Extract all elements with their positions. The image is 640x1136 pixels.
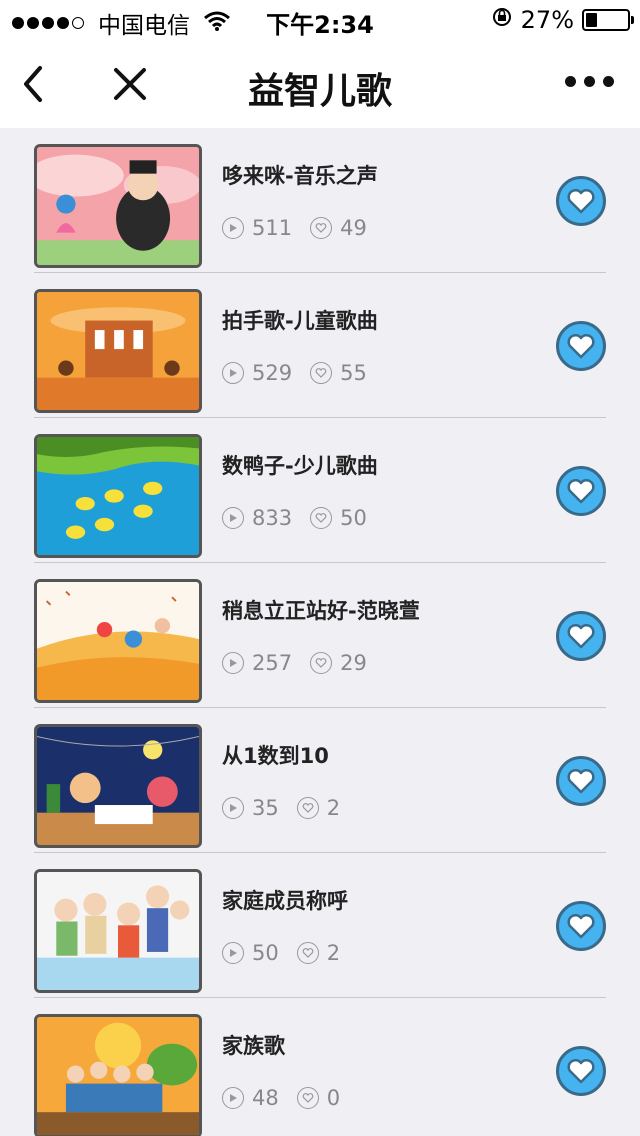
song-thumbnail — [34, 1014, 202, 1136]
battery-percent: 27% — [520, 6, 574, 34]
favorite-button[interactable] — [556, 1046, 606, 1096]
favorite-button[interactable] — [556, 321, 606, 371]
play-count: 257 — [252, 651, 293, 675]
heart-icon — [567, 768, 595, 794]
list-item[interactable]: 数鸭子-少儿歌曲 833 50 — [34, 418, 606, 563]
like-count: 2 — [326, 796, 341, 820]
favorite-button[interactable] — [556, 176, 606, 226]
song-thumbnail — [34, 144, 202, 268]
list-item[interactable]: 家庭成员称呼 50 2 — [34, 853, 606, 998]
song-thumbnail — [34, 434, 202, 558]
song-stats: 50 2 — [222, 941, 358, 965]
like-count: 49 — [340, 216, 367, 240]
play-count-icon — [222, 362, 244, 384]
song-stats: 35 2 — [222, 796, 358, 820]
song-list: 哆来咪-音乐之声 511 49 拍手歌-儿童歌曲 529 55 数鸭子-少儿歌曲… — [34, 128, 606, 1136]
list-item[interactable]: 哆来咪-音乐之声 511 49 — [34, 128, 606, 273]
heart-icon — [567, 623, 595, 649]
song-stats: 257 29 — [222, 651, 385, 675]
heart-icon — [567, 478, 595, 504]
play-count: 48 — [252, 1086, 279, 1110]
nav-bar: 益智儿歌 — [0, 40, 640, 128]
play-count: 833 — [252, 506, 293, 530]
song-title: 家族歌 — [222, 1034, 285, 1058]
song-title: 从1数到10 — [222, 744, 329, 768]
song-thumbnail — [34, 289, 202, 413]
play-count-icon — [222, 1087, 244, 1109]
song-stats: 833 50 — [222, 506, 385, 530]
play-count: 511 — [252, 216, 293, 240]
like-count: 2 — [326, 941, 341, 965]
favorite-button[interactable] — [556, 466, 606, 516]
song-title: 稍息立正站好-范晓萱 — [222, 599, 420, 623]
like-count: 0 — [326, 1086, 341, 1110]
like-count-icon — [310, 362, 333, 384]
song-stats: 511 49 — [222, 216, 385, 240]
like-count-icon — [296, 942, 319, 964]
like-count-icon — [310, 652, 333, 674]
favorite-button[interactable] — [556, 611, 606, 661]
favorite-button[interactable] — [556, 901, 606, 951]
play-count: 529 — [252, 361, 293, 385]
song-title: 哆来咪-音乐之声 — [222, 164, 378, 188]
heart-icon — [567, 188, 595, 214]
like-count-icon — [296, 797, 319, 819]
more-button[interactable] — [565, 76, 614, 87]
song-stats: 529 55 — [222, 361, 385, 385]
list-item[interactable]: 稍息立正站好-范晓萱 257 29 — [34, 563, 606, 708]
play-count-icon — [222, 507, 244, 529]
song-thumbnail — [34, 724, 202, 848]
play-count: 35 — [252, 796, 279, 820]
battery-icon — [582, 9, 634, 31]
heart-icon — [567, 1058, 595, 1084]
orientation-lock-icon — [491, 6, 513, 34]
list-item[interactable]: 拍手歌-儿童歌曲 529 55 — [34, 273, 606, 418]
like-count: 50 — [340, 506, 367, 530]
more-icon — [565, 76, 576, 87]
play-count-icon — [222, 217, 244, 239]
like-count: 29 — [340, 651, 367, 675]
list-item[interactable]: 从1数到10 35 2 — [34, 708, 606, 853]
play-count-icon — [222, 942, 244, 964]
heart-icon — [567, 333, 595, 359]
list-item[interactable]: 家族歌 48 0 — [34, 998, 606, 1136]
like-count: 55 — [340, 361, 367, 385]
play-count: 50 — [252, 941, 279, 965]
play-count-icon — [222, 652, 244, 674]
play-count-icon — [222, 797, 244, 819]
song-title: 家庭成员称呼 — [222, 889, 348, 913]
like-count-icon — [310, 507, 333, 529]
page-title: 益智儿歌 — [247, 71, 392, 112]
song-title: 数鸭子-少儿歌曲 — [222, 454, 378, 478]
like-count-icon — [310, 217, 333, 239]
heart-icon — [567, 913, 595, 939]
song-thumbnail — [34, 869, 202, 993]
song-stats: 48 0 — [222, 1086, 358, 1110]
song-thumbnail — [34, 579, 202, 703]
song-title: 拍手歌-儿童歌曲 — [222, 309, 378, 333]
status-bar: 中国电信 下午2:34 27% — [0, 0, 640, 40]
like-count-icon — [296, 1087, 319, 1109]
favorite-button[interactable] — [556, 756, 606, 806]
